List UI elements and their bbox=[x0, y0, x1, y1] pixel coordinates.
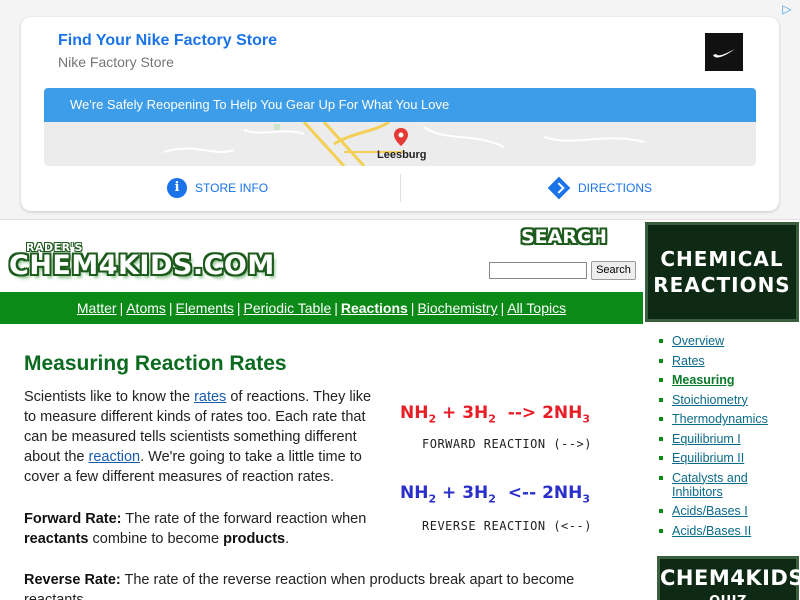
store-info-button[interactable]: i STORE INFO bbox=[167, 177, 268, 199]
sidebar-link[interactable]: Thermodynamics bbox=[672, 412, 768, 426]
sidebar-item-overview: Overview bbox=[657, 334, 799, 348]
nav-item-matter[interactable]: Matter bbox=[77, 300, 117, 316]
eq-subscript: 2 bbox=[488, 492, 496, 506]
nav-item-atoms[interactable]: Atoms bbox=[126, 300, 166, 316]
store-info-label: STORE INFO bbox=[195, 181, 269, 195]
eq-subscript: 2 bbox=[428, 492, 437, 506]
nav-item-reactions[interactable]: Reactions bbox=[341, 300, 408, 316]
definition-text: . bbox=[285, 531, 290, 547]
definition-text: combine to become bbox=[88, 531, 224, 547]
reverse-equation: NH2 + 3H2 <-- 2NH3 bbox=[400, 483, 590, 505]
nav-separator: | bbox=[410, 300, 415, 316]
search-title: SEARCH bbox=[521, 226, 607, 248]
definition-bold: reactants bbox=[24, 531, 89, 547]
sidebar-link-current[interactable]: Measuring bbox=[672, 373, 735, 387]
reaction-diagram: NH2 + 3H2 --> 2NH3 FORWARD REACTION (-->… bbox=[400, 398, 622, 540]
eq-plus: + bbox=[436, 403, 463, 423]
reverse-rate-definition: Reverse Rate: The rate of the reverse re… bbox=[24, 570, 624, 600]
ad-subtitle[interactable]: Nike Factory Store bbox=[58, 54, 174, 70]
sidebar-item-thermodynamics: Thermodynamics bbox=[657, 412, 799, 426]
sidebar-item-equilibrium-1: Equilibrium I bbox=[657, 432, 799, 446]
quiz-banner[interactable]: CHEM4KIDS QUIZ bbox=[657, 556, 800, 600]
eq-arrow: <-- bbox=[495, 483, 543, 503]
forward-reaction-label: FORWARD REACTION (-->) bbox=[422, 437, 592, 451]
directions-icon bbox=[547, 176, 571, 200]
forward-rate-definition: Forward Rate: The rate of the forward re… bbox=[24, 509, 387, 549]
eq-term: 3H bbox=[462, 403, 489, 423]
nav-item-biochemistry[interactable]: Biochemistry bbox=[417, 300, 497, 316]
sidebar-item-stoichiometry: Stoichiometry bbox=[657, 393, 799, 407]
chemical-reactions-banner[interactable]: CHEMICAL REACTIONS bbox=[645, 222, 799, 322]
ad-map[interactable]: Leesburg bbox=[44, 122, 756, 166]
search-button[interactable]: Search bbox=[591, 261, 636, 280]
quiz-line-2: QUIZ bbox=[660, 589, 796, 600]
sidebar-item-acids-bases-2: Acids/Bases II bbox=[657, 524, 799, 538]
adchoices-icon[interactable]: ▷ bbox=[780, 2, 794, 16]
eq-subscript: 3 bbox=[582, 412, 591, 426]
page-title: Measuring Reaction Rates bbox=[24, 352, 287, 375]
eq-term: 2NH bbox=[542, 403, 583, 423]
reverse-reaction-label: REVERSE REACTION (<--) bbox=[422, 519, 592, 533]
map-pin-icon bbox=[394, 128, 408, 146]
sidebar-link[interactable]: Stoichiometry bbox=[672, 393, 748, 407]
forward-rate-term: Forward Rate: bbox=[24, 511, 122, 527]
ad-container: ▷ Find Your Nike Factory Store Nike Fact… bbox=[0, 0, 800, 220]
sidebar-nav: Overview Rates Measuring Stoichiometry T… bbox=[657, 334, 799, 543]
eq-term: NH bbox=[400, 483, 429, 503]
eq-term: 3H bbox=[462, 483, 489, 503]
forward-equation: NH2 + 3H2 --> 2NH3 bbox=[400, 403, 590, 425]
ad-divider bbox=[400, 174, 401, 202]
eq-plus: + bbox=[436, 483, 463, 503]
main-nav: Matter | Atoms | Elements | Periodic Table | Rea… bbox=[0, 292, 643, 324]
sidebar-link[interactable]: Overview bbox=[672, 334, 724, 348]
eq-arrow: --> bbox=[495, 403, 543, 423]
definition-text: The rate of the forward reaction when bbox=[121, 511, 367, 527]
eq-term: NH bbox=[400, 403, 429, 423]
sidebar-link[interactable]: Equilibrium II bbox=[672, 451, 744, 465]
sidebar-link[interactable]: Acids/Bases I bbox=[672, 504, 748, 518]
sidebar-item-catalysts: Catalysts and Inhibitors bbox=[657, 471, 799, 499]
eq-subscript: 2 bbox=[428, 412, 437, 426]
map-label: Leesburg bbox=[377, 149, 427, 161]
sidebar-link[interactable]: Rates bbox=[672, 354, 705, 368]
nav-item-all-topics[interactable]: All Topics bbox=[507, 300, 566, 316]
nav-separator: | bbox=[168, 300, 173, 316]
sidebar-item-acids-bases-1: Acids/Bases I bbox=[657, 504, 799, 518]
directions-label: DIRECTIONS bbox=[578, 181, 653, 195]
search-input[interactable] bbox=[489, 262, 587, 279]
nav-separator: | bbox=[500, 300, 505, 316]
banner-line-2: REACTIONS bbox=[653, 273, 791, 297]
nav-item-periodic-table[interactable]: Periodic Table bbox=[244, 300, 332, 316]
reaction-link[interactable]: reaction bbox=[89, 449, 141, 465]
ad-title[interactable]: Find Your Nike Factory Store bbox=[58, 32, 277, 50]
ad-card[interactable]: Find Your Nike Factory Store Nike Factor… bbox=[21, 17, 779, 211]
definition-bold: products bbox=[223, 531, 286, 547]
banner-line-1: CHEMICAL bbox=[660, 247, 784, 271]
sidebar-item-measuring: Measuring bbox=[657, 373, 799, 387]
sidebar-link[interactable]: Equilibrium I bbox=[672, 432, 741, 446]
intro-text: Scientists like to know the bbox=[24, 389, 195, 405]
intro-paragraph: Scientists like to know the rates of rea… bbox=[24, 387, 387, 487]
nav-separator: | bbox=[236, 300, 241, 316]
rates-link[interactable]: rates bbox=[194, 389, 226, 405]
nav-separator: | bbox=[334, 300, 338, 316]
eq-term: 2NH bbox=[542, 483, 583, 503]
reverse-rate-term: Reverse Rate: bbox=[24, 572, 121, 588]
site-logo[interactable]: CHEM4KIDS.COM bbox=[9, 250, 275, 281]
directions-button[interactable]: DIRECTIONS bbox=[547, 176, 653, 200]
sidebar-item-rates: Rates bbox=[657, 354, 799, 368]
sidebar-link[interactable]: Acids/Bases II bbox=[672, 524, 751, 538]
info-icon: i bbox=[167, 178, 187, 198]
eq-subscript: 3 bbox=[582, 492, 591, 506]
nav-separator: | bbox=[119, 300, 124, 316]
sidebar-item-equilibrium-2: Equilibrium II bbox=[657, 451, 799, 465]
eq-subscript: 2 bbox=[488, 412, 496, 426]
nav-item-elements[interactable]: Elements bbox=[176, 300, 234, 316]
quiz-line-1: CHEM4KIDS bbox=[660, 566, 800, 590]
sidebar-link[interactable]: Catalysts and Inhibitors bbox=[672, 471, 748, 499]
ad-banner[interactable]: We're Safely Reopening To Help You Gear … bbox=[44, 88, 756, 122]
nike-logo-icon[interactable] bbox=[705, 33, 743, 71]
